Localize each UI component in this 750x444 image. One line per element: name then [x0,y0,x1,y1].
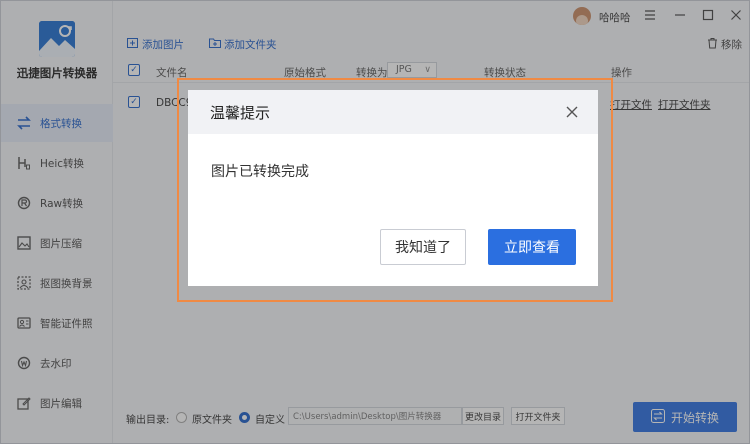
dialog-title: 温馨提示 [210,104,271,122]
got-it-button[interactable]: 我知道了 [380,229,466,265]
dialog-close-icon[interactable] [560,100,584,124]
view-now-button[interactable]: 立即查看 [488,229,576,265]
dialog-header: 温馨提示 [188,90,598,134]
notice-dialog: 温馨提示 图片已转换完成 我知道了 立即查看 [188,90,598,286]
dialog-message: 图片已转换完成 [211,164,309,180]
